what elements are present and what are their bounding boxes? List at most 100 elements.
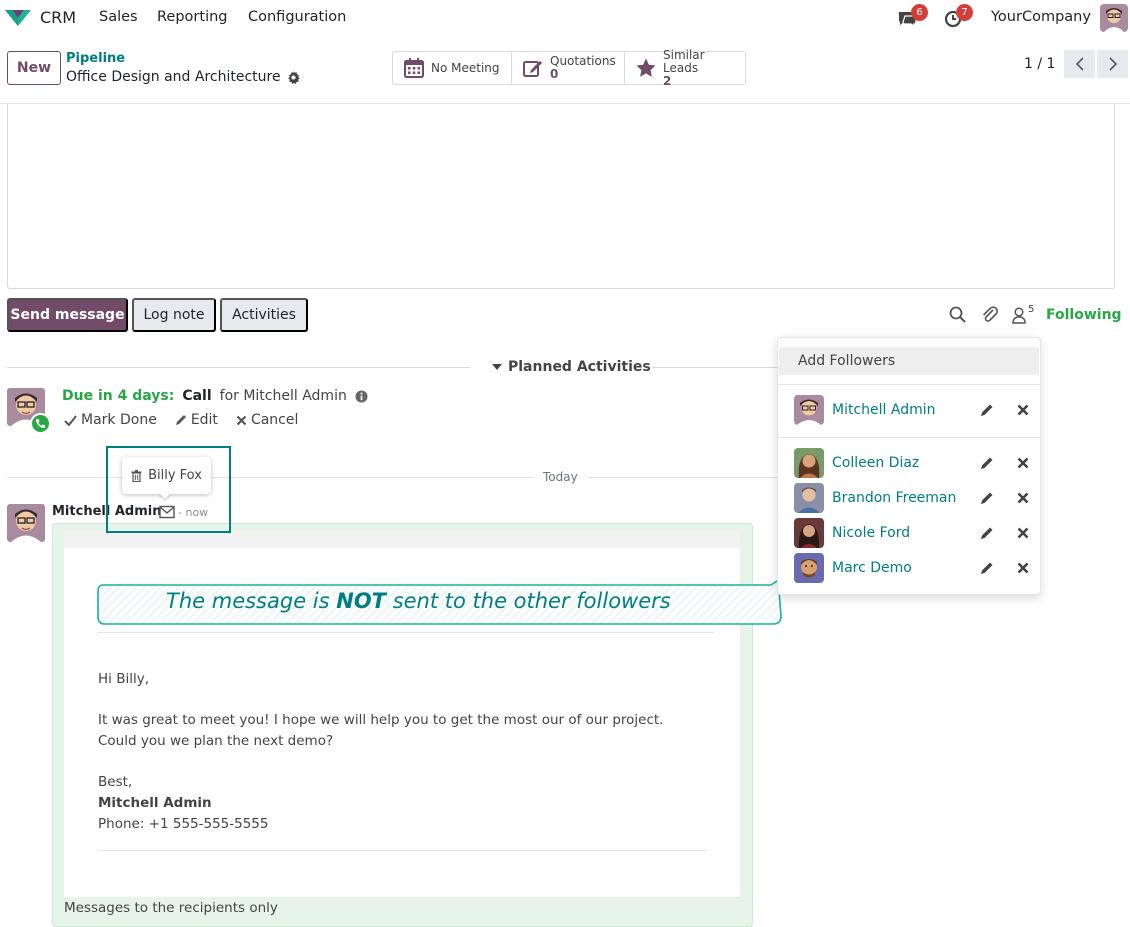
record-title: Office Design and Architecture bbox=[66, 69, 281, 85]
crm-logo-icon[interactable] bbox=[4, 6, 32, 28]
edit-activity-button[interactable]: Edit bbox=[175, 412, 218, 428]
follower-row[interactable]: Nicole Ford bbox=[794, 518, 1034, 548]
breadcrumb-pipeline[interactable]: Pipeline bbox=[66, 51, 125, 66]
follower-avatar bbox=[794, 553, 824, 583]
follower-avatar bbox=[794, 395, 824, 425]
pager-value[interactable]: 1 / 1 bbox=[1024, 56, 1055, 72]
follower-avatar bbox=[794, 518, 824, 548]
app-name[interactable]: CRM bbox=[40, 8, 76, 27]
follower-name[interactable]: Mitchell Admin bbox=[832, 402, 1034, 418]
message-author-avatar[interactable] bbox=[7, 504, 45, 542]
close-icon bbox=[236, 415, 247, 425]
mark-done-label: Mark Done bbox=[81, 412, 157, 428]
recipient-tooltip: Billy Fox bbox=[122, 457, 211, 494]
quotations-count: 0 bbox=[550, 67, 559, 81]
email-signature-phone: Phone: +1 555-555-5555 bbox=[98, 816, 269, 832]
star-icon bbox=[636, 58, 656, 77]
callout-text-before: The message is bbox=[166, 589, 337, 613]
remove-follower-close-icon[interactable] bbox=[1016, 526, 1030, 540]
email-line-2: Could you we plan the next demo? bbox=[98, 733, 334, 749]
similar-leads-count: 2 bbox=[663, 73, 672, 88]
activity-type: Call bbox=[182, 388, 212, 404]
email-header-bar bbox=[64, 531, 740, 548]
company-switcher[interactable]: YourCompany bbox=[991, 9, 1091, 25]
info-icon[interactable] bbox=[355, 389, 368, 403]
paperclip-icon[interactable] bbox=[980, 305, 1000, 325]
planned-activities-toggle[interactable]: Planned Activities bbox=[492, 359, 651, 375]
cancel-label: Cancel bbox=[250, 412, 299, 428]
callout-emphasis: NOT bbox=[336, 589, 387, 613]
calendar-icon bbox=[404, 58, 424, 78]
follower-avatar bbox=[794, 448, 824, 478]
activities-badge: 7 bbox=[956, 4, 973, 21]
search-icon[interactable] bbox=[948, 305, 968, 325]
remove-follower-close-icon[interactable] bbox=[1016, 456, 1030, 470]
today-divider-left bbox=[7, 477, 535, 478]
similar-leads-smart-button[interactable]: Similar Leads 2 bbox=[625, 48, 745, 87]
today-label: Today bbox=[543, 470, 578, 484]
edit-follower-pencil-icon[interactable] bbox=[980, 491, 994, 505]
planned-divider-right bbox=[652, 367, 778, 368]
record-title-row: Office Design and Architecture bbox=[66, 69, 300, 85]
followers-count: 5 bbox=[1028, 304, 1035, 315]
message-recipients-note: Messages to the recipients only bbox=[64, 900, 278, 916]
follower-name[interactable]: Nicole Ford bbox=[832, 525, 1034, 541]
new-record-button[interactable]: New bbox=[7, 51, 61, 85]
smart-buttons: No Meeting Quotations 0 Similar Leads 2 bbox=[392, 48, 746, 87]
mark-done-button[interactable]: Mark Done bbox=[64, 412, 157, 428]
email-body: Hi Billy, It was great to meet you! I ho… bbox=[98, 669, 708, 835]
remove-follower-close-icon[interactable] bbox=[1016, 491, 1030, 505]
top-navbar: CRM Sales Reporting Configuration 6 7 Yo… bbox=[0, 0, 1130, 35]
callout-text-after: sent to the other followers bbox=[386, 589, 671, 613]
follower-row[interactable]: Brandon Freeman bbox=[794, 483, 1034, 513]
form-sheet-area bbox=[7, 104, 1115, 289]
user-avatar[interactable] bbox=[1100, 4, 1128, 32]
tooltip-recipient-name: Billy Fox bbox=[148, 468, 202, 483]
log-note-button[interactable]: Log note bbox=[132, 298, 216, 332]
pencil-icon bbox=[175, 415, 186, 425]
activity-actions: Mark Done Edit Cancel bbox=[64, 412, 298, 428]
check-icon bbox=[64, 414, 77, 426]
followers-separator-2 bbox=[778, 437, 1040, 438]
cancel-activity-button[interactable]: Cancel bbox=[236, 412, 298, 428]
follower-row[interactable]: Mitchell Admin bbox=[794, 395, 1034, 425]
menu-reporting[interactable]: Reporting bbox=[157, 9, 228, 25]
followers-user-icon[interactable] bbox=[1010, 305, 1030, 325]
phone-icon bbox=[30, 413, 51, 434]
email-greeting: Hi Billy, bbox=[98, 671, 149, 687]
meeting-smart-button[interactable]: No Meeting bbox=[393, 52, 512, 84]
edit-follower-pencil-icon[interactable] bbox=[980, 526, 994, 540]
pager-next-button[interactable] bbox=[1097, 50, 1128, 78]
send-message-button[interactable]: Send message bbox=[7, 298, 128, 332]
activities-button[interactable]: Activities bbox=[220, 298, 308, 332]
tooltip-arrow bbox=[158, 492, 172, 499]
messages-badge: 6 bbox=[911, 4, 928, 21]
follower-avatar bbox=[794, 483, 824, 513]
quotations-smart-button[interactable]: Quotations 0 bbox=[512, 52, 625, 84]
menu-configuration[interactable]: Configuration bbox=[248, 9, 346, 25]
remove-follower-close-icon[interactable] bbox=[1016, 403, 1030, 417]
remove-follower-close-icon[interactable] bbox=[1016, 561, 1030, 575]
edit-follower-pencil-icon[interactable] bbox=[980, 456, 994, 470]
follower-name[interactable]: Colleen Diaz bbox=[832, 455, 1034, 471]
edit-follower-pencil-icon[interactable] bbox=[980, 561, 994, 575]
planned-divider-left bbox=[7, 367, 470, 368]
chevron-right-icon bbox=[1108, 57, 1117, 71]
trash-icon bbox=[131, 469, 142, 482]
pencil-square-icon bbox=[523, 61, 542, 77]
follower-row[interactable]: Marc Demo bbox=[794, 553, 1034, 583]
pager-previous-button[interactable] bbox=[1064, 50, 1095, 78]
menu-sales[interactable]: Sales bbox=[99, 9, 138, 25]
followers-separator-1 bbox=[778, 384, 1040, 385]
add-followers-button[interactable]: Add Followers bbox=[779, 347, 1039, 375]
following-button[interactable]: Following bbox=[1046, 307, 1122, 323]
follower-name[interactable]: Brandon Freeman bbox=[832, 490, 1034, 506]
follower-name[interactable]: Marc Demo bbox=[832, 560, 1034, 576]
email-header-rule bbox=[98, 632, 714, 633]
follower-row[interactable]: Colleen Diaz bbox=[794, 448, 1034, 478]
edit-follower-pencil-icon[interactable] bbox=[980, 403, 994, 417]
gear-icon[interactable] bbox=[287, 70, 300, 84]
edit-label: Edit bbox=[190, 412, 218, 428]
today-divider-right bbox=[588, 477, 778, 478]
email-footer-rule bbox=[98, 850, 707, 851]
